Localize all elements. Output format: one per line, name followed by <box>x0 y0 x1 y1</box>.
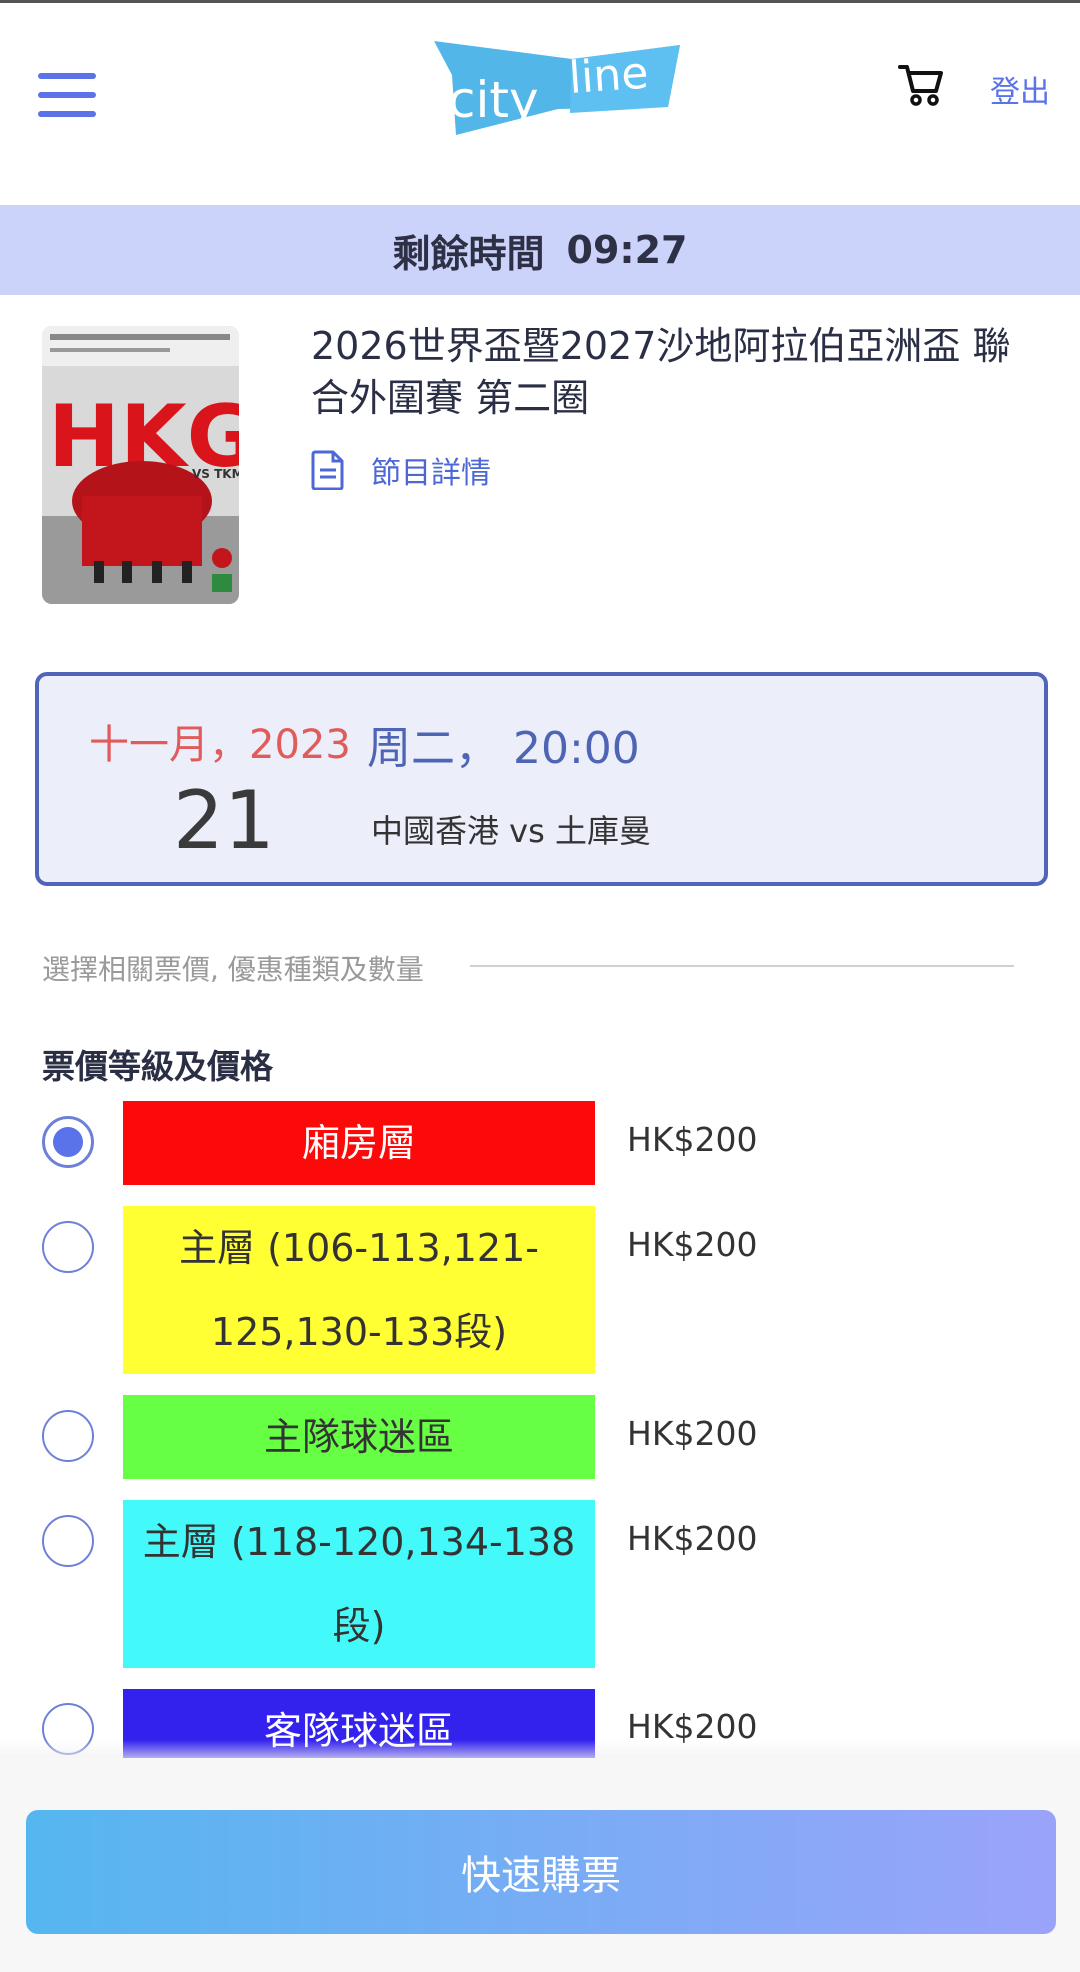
tier-price-1: HK$200 <box>627 1120 758 1159</box>
event-details-link[interactable]: 節目詳情 <box>311 448 491 492</box>
logout-link[interactable]: 登出 <box>990 67 1050 111</box>
event-title: 2026世界盃暨2027沙地阿拉伯亞洲盃 聯合外圍賽 第二圈 <box>311 324 1011 420</box>
document-icon <box>311 450 344 490</box>
date-weekday-time: 周二， 20:00 <box>367 723 640 774</box>
tier-label-4[interactable]: 主層 (118-120,134-138段) <box>123 1500 595 1668</box>
tier-price-3: HK$200 <box>627 1414 758 1453</box>
tier-radio-1[interactable] <box>42 1116 94 1168</box>
app-header: city line 登出 <box>0 3 1080 205</box>
countdown-value: 09:27 <box>566 228 688 272</box>
tier-label-3[interactable]: 主隊球迷區 <box>123 1395 595 1479</box>
divider <box>470 965 1014 967</box>
cart-icon[interactable] <box>898 63 944 107</box>
event-details-label: 節目詳情 <box>371 456 491 491</box>
event-poster: HKG VS TKM <box>42 326 239 604</box>
countdown-banner: 剩餘時間 09:27 <box>0 205 1080 295</box>
performance-date-card[interactable]: 十一月，2023 21 周二， 20:00 中國香港 vs 土庫曼 <box>35 672 1048 886</box>
logo-line-text: line <box>567 48 650 104</box>
tier-radio-4[interactable] <box>42 1515 94 1567</box>
date-month-year: 十一月，2023 <box>89 722 351 768</box>
quick-buy-button[interactable]: 快速購票 <box>26 1810 1056 1934</box>
cityline-logo[interactable]: city line <box>430 35 684 135</box>
tier-price-4: HK$200 <box>627 1519 758 1558</box>
menu-icon[interactable] <box>38 71 98 119</box>
tier-price-2: HK$200 <box>627 1225 758 1264</box>
tier-label-1[interactable]: 廂房層 <box>123 1101 595 1185</box>
tier-label-2[interactable]: 主層 (106-113,121-125,130-133段) <box>123 1206 595 1374</box>
poster-sub-text: VS TKM <box>192 467 239 481</box>
price-tier-heading: 票價等級及價格 <box>42 1047 273 1086</box>
date-day: 21 <box>173 774 275 867</box>
match-name: 中國香港 vs 土庫曼 <box>371 812 651 850</box>
section-hint: 選擇相關票價, 優惠種類及數量 <box>42 953 424 986</box>
tier-radio-3[interactable] <box>42 1410 94 1462</box>
tier-radio-2[interactable] <box>42 1221 94 1273</box>
countdown-label: 剩餘時間 <box>392 231 545 276</box>
logo-city-text: city <box>448 71 539 129</box>
